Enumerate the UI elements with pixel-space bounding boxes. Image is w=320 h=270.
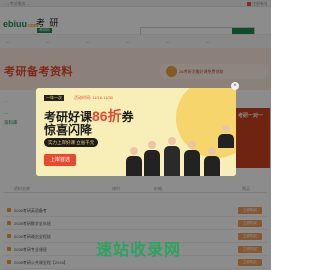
modal-date: 活动时间: 11/16-11/30 [74, 95, 113, 100]
promo-modal[interactable]: 一年一次 活动时间: 11/16-11/30 考研好课86折券 惊喜闪降 实力上… [36, 88, 236, 176]
close-icon[interactable]: × [231, 82, 239, 90]
teacher-figure [144, 141, 160, 176]
teacher-figure [218, 125, 234, 148]
headline-highlight: 86折 [92, 108, 122, 124]
teacher-group-image [126, 114, 236, 176]
modal-tag: 一年一次 [44, 95, 64, 101]
teacher-figure [184, 141, 200, 176]
watermark: 速站收录网 [96, 242, 182, 259]
modal-cta-button[interactable]: 上岸首选 [44, 154, 76, 166]
teacher-figure [126, 147, 142, 176]
teacher-figure [164, 137, 180, 176]
modal-headline-2: 惊喜闪降 [44, 123, 93, 137]
modal-pill: 实力上岸好课 立省千元 [44, 138, 99, 147]
teacher-figure [204, 147, 220, 176]
